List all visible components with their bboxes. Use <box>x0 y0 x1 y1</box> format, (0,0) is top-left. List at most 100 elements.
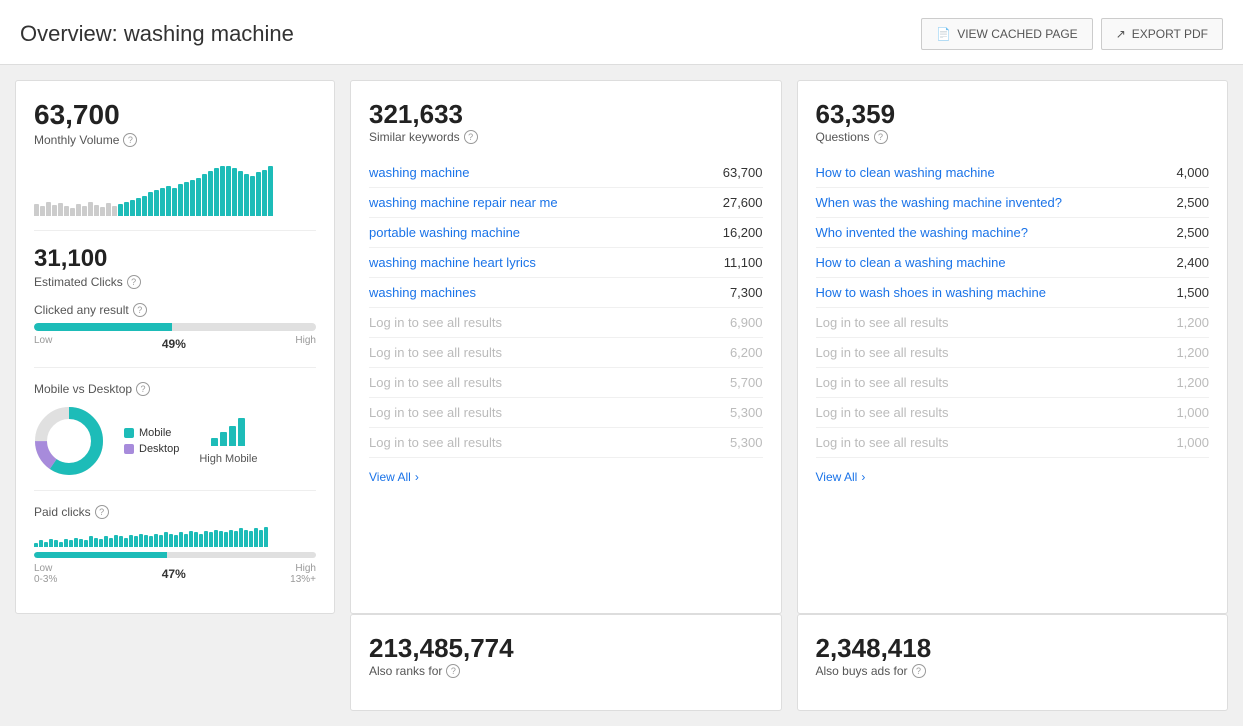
donut-chart <box>34 406 104 476</box>
locked-question: Log in to see all results <box>816 405 949 420</box>
question-volume: 2,500 <box>1176 195 1209 210</box>
mobile-legend-item: Mobile <box>124 427 179 439</box>
question-volume: 1,200 <box>1176 315 1209 330</box>
mobile-vs-desktop-info-icon[interactable]: ? <box>136 382 150 396</box>
paid-clicks-bars <box>34 525 316 547</box>
question-link[interactable]: Who invented the washing machine? <box>816 225 1028 240</box>
questions-info-icon[interactable]: ? <box>874 130 888 144</box>
estimated-clicks-section: 31,100 Estimated Clicks ? <box>34 245 316 289</box>
desktop-legend-item: Desktop <box>124 443 179 455</box>
keyword-row: washing machine repair near me 27,600 <box>369 188 763 218</box>
questions-count: 63,359 <box>816 99 1210 130</box>
keyword-row: Log in to see all results5,700 <box>369 368 763 398</box>
question-link[interactable]: When was the washing machine invented? <box>816 195 1062 210</box>
question-row: How to clean washing machine 4,000 <box>816 158 1210 188</box>
arrow-right-icon: › <box>415 470 419 484</box>
paid-clicks-section: Paid clicks ? Low 0-3% 47% High 13%+ <box>34 505 316 585</box>
paid-clicks-label: Paid clicks <box>34 505 91 519</box>
estimated-clicks-info-icon[interactable]: ? <box>127 275 141 289</box>
keyword-volume: 27,600 <box>723 195 763 210</box>
question-link[interactable]: How to wash shoes in washing machine <box>816 285 1047 300</box>
keyword-link[interactable]: portable washing machine <box>369 225 520 240</box>
mobile-vs-desktop-label: Mobile vs Desktop <box>34 382 132 396</box>
also-ranks-label: Also ranks for <box>369 664 442 678</box>
similar-keywords-count: 321,633 <box>369 99 763 130</box>
keyword-volume: 7,300 <box>730 285 763 300</box>
top-header: Overview: washing machine 📄 VIEW CACHED … <box>0 0 1243 65</box>
high-mobile-label: High Mobile <box>199 453 257 465</box>
also-buys-label: Also buys ads for <box>816 664 908 678</box>
question-volume: 1,200 <box>1176 345 1209 360</box>
question-volume: 1,500 <box>1176 285 1209 300</box>
question-volume: 2,500 <box>1176 225 1209 240</box>
clicked-any-result-info-icon[interactable]: ? <box>133 303 147 317</box>
keyword-row: portable washing machine 16,200 <box>369 218 763 248</box>
keyword-volume: 5,700 <box>730 375 763 390</box>
locked-question: Log in to see all results <box>816 435 949 450</box>
similar-keywords-info-icon[interactable]: ? <box>464 130 478 144</box>
questions-card: 63,359 Questions ? How to clean washing … <box>797 80 1229 614</box>
question-row: Log in to see all results 1,200 <box>816 308 1210 338</box>
export-icon: ↗ <box>1116 27 1126 41</box>
questions-view-all[interactable]: View All › <box>816 470 866 484</box>
similar-keywords-list: washing machine63,700washing machine rep… <box>369 158 763 458</box>
locked-question: Log in to see all results <box>816 315 949 330</box>
also-ranks-info-icon[interactable]: ? <box>446 664 460 678</box>
question-volume: 1,000 <box>1176 405 1209 420</box>
keyword-row: Log in to see all results6,900 <box>369 308 763 338</box>
header-buttons: 📄 VIEW CACHED PAGE ↗ EXPORT PDF <box>921 18 1223 50</box>
clicked-any-result-label: Clicked any result <box>34 303 129 317</box>
questions-arrow-right-icon: › <box>861 470 865 484</box>
locked-keyword: Log in to see all results <box>369 435 502 450</box>
keyword-volume: 16,200 <box>723 225 763 240</box>
clicked-any-result-section: Clicked any result ? Low 49% High <box>34 303 316 353</box>
question-row: Log in to see all results 1,000 <box>816 398 1210 428</box>
monthly-volume-number: 63,700 <box>34 99 316 131</box>
also-buys-info-icon[interactable]: ? <box>912 664 926 678</box>
question-row: Who invented the washing machine? 2,500 <box>816 218 1210 248</box>
question-row: Log in to see all results1,200 <box>816 338 1210 368</box>
keyword-row: washing machine63,700 <box>369 158 763 188</box>
paid-low-range: 0-3% <box>34 574 57 585</box>
keyword-volume: 11,100 <box>724 255 763 270</box>
desktop-legend-label: Desktop <box>139 443 179 455</box>
similar-keywords-card: 321,633 Similar keywords ? washing machi… <box>350 80 782 614</box>
keyword-link[interactable]: washing machine <box>369 165 469 180</box>
question-volume: 4,000 <box>1176 165 1209 180</box>
clicked-result-progress-track <box>34 323 316 331</box>
volume-bar-chart <box>34 161 316 216</box>
view-cached-page-button[interactable]: 📄 VIEW CACHED PAGE <box>921 18 1092 50</box>
question-link[interactable]: How to clean a washing machine <box>816 255 1006 270</box>
question-row: Log in to see all results 1,200 <box>816 368 1210 398</box>
keyword-link[interactable]: washing machine heart lyrics <box>369 255 536 270</box>
keyword-volume: 6,200 <box>730 345 763 360</box>
keyword-row: washing machines 7,300 <box>369 278 763 308</box>
mobile-vs-desktop-section: Mobile vs Desktop ? Mobile <box>34 382 316 476</box>
estimated-clicks-number: 31,100 <box>34 245 316 273</box>
also-ranks-count: 213,485,774 <box>369 633 763 664</box>
keyword-volume: 6,900 <box>730 315 763 330</box>
export-pdf-button[interactable]: ↗ EXPORT PDF <box>1101 18 1223 50</box>
question-link[interactable]: How to clean washing machine <box>816 165 995 180</box>
keyword-link[interactable]: washing machine repair near me <box>369 195 558 210</box>
similar-keywords-view-all[interactable]: View All › <box>369 470 419 484</box>
signal-bars <box>211 418 245 446</box>
paid-clicks-info-icon[interactable]: ? <box>95 505 109 519</box>
question-row: How to wash shoes in washing machine 1,50… <box>816 278 1210 308</box>
question-volume: 1,000 <box>1176 435 1209 450</box>
estimated-clicks-label: Estimated Clicks <box>34 275 123 289</box>
question-volume: 2,400 <box>1176 255 1209 270</box>
paid-percentage: 47% <box>162 567 186 581</box>
locked-question: Log in to see all results <box>816 375 949 390</box>
mobile-legend-label: Mobile <box>139 427 171 439</box>
percentage-49: 49% <box>162 337 186 351</box>
keyword-link[interactable]: washing machines <box>369 285 476 300</box>
monthly-volume-info-icon[interactable]: ? <box>123 133 137 147</box>
paid-high-label: High <box>290 563 316 574</box>
question-row: How to clean a washing machine 2,400 <box>816 248 1210 278</box>
also-buys-count: 2,348,418 <box>816 633 1210 664</box>
question-volume: 1,200 <box>1176 375 1209 390</box>
left-metrics-card: 63,700 Monthly Volume ? 31,100 Estimated… <box>15 80 335 614</box>
high-label: High <box>295 335 316 353</box>
locked-keyword: Log in to see all results <box>369 405 502 420</box>
